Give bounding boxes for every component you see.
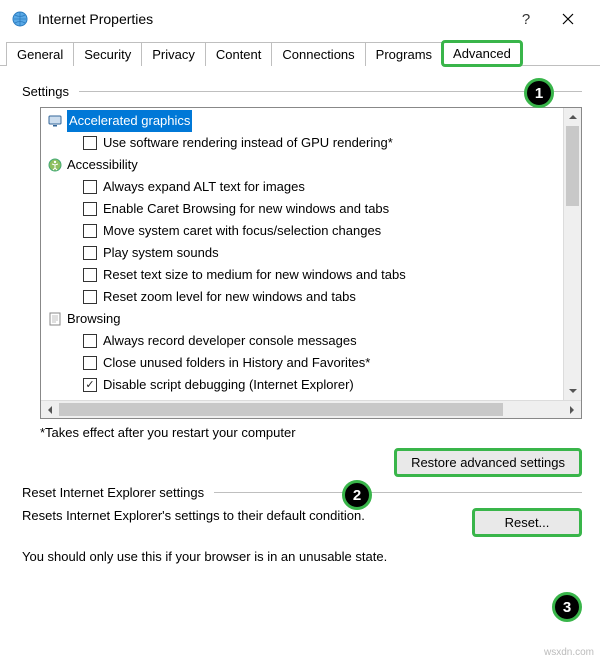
- reset-button[interactable]: Reset...: [472, 508, 582, 537]
- tab-general[interactable]: General: [6, 42, 74, 66]
- close-icon: [562, 13, 574, 25]
- checkbox[interactable]: [83, 268, 97, 282]
- restart-footnote: *Takes effect after you restart your com…: [40, 425, 582, 440]
- reset-warning: You should only use this if your browser…: [22, 549, 582, 564]
- tree-checkbox-item[interactable]: Reset text size to medium for new window…: [47, 264, 581, 286]
- help-button[interactable]: ?: [506, 11, 546, 28]
- tree-item-label: Reset text size to medium for new window…: [103, 264, 406, 286]
- annotation-callout-1: 1: [524, 78, 554, 108]
- reset-description: Resets Internet Explorer's settings to t…: [22, 508, 454, 523]
- checkbox[interactable]: [83, 180, 97, 194]
- close-button[interactable]: [546, 5, 590, 33]
- scroll-thumb[interactable]: [566, 126, 579, 206]
- tree-checkbox-item[interactable]: Move system caret with focus/selection c…: [47, 220, 581, 242]
- checkbox[interactable]: [83, 202, 97, 216]
- hscroll-track[interactable]: [59, 401, 563, 418]
- internet-options-icon: [10, 9, 30, 29]
- tab-security[interactable]: Security: [73, 42, 142, 66]
- checkbox[interactable]: [83, 224, 97, 238]
- tree-category-label: Accessibility: [67, 154, 138, 176]
- tab-strip: GeneralSecurityPrivacyContentConnections…: [0, 36, 600, 66]
- tree-item-label: Always expand ALT text for images: [103, 176, 305, 198]
- scroll-right-arrow[interactable]: [563, 401, 581, 418]
- checkbox[interactable]: [83, 290, 97, 304]
- tree-checkbox-item[interactable]: Always expand ALT text for images: [47, 176, 581, 198]
- annotation-callout-2: 2: [342, 480, 372, 510]
- tree-checkbox-item[interactable]: Reset zoom level for new windows and tab…: [47, 286, 581, 308]
- restore-advanced-settings-button[interactable]: Restore advanced settings: [394, 448, 582, 477]
- tree-item-label: Use software rendering instead of GPU re…: [103, 132, 393, 154]
- checkbox[interactable]: ✓: [83, 378, 97, 392]
- annotation-callout-3: 3: [552, 592, 582, 622]
- tree-checkbox-item[interactable]: Always record developer console messages: [47, 330, 581, 352]
- tree-checkbox-item[interactable]: ✓ Disable script debugging (Internet Expl…: [47, 374, 581, 396]
- horizontal-scrollbar[interactable]: [41, 400, 581, 418]
- tree-category-label: Browsing: [67, 308, 120, 330]
- tree-item-label: Disable script debugging (Internet Explo…: [103, 374, 354, 396]
- scroll-left-arrow[interactable]: [41, 401, 59, 418]
- tree-checkbox-item[interactable]: ✓Disable script debugging (Other): [47, 396, 581, 400]
- scroll-down-arrow[interactable]: [564, 382, 581, 400]
- tree-item-label: Move system caret with focus/selection c…: [103, 220, 381, 242]
- divider: [79, 91, 582, 92]
- reset-group-header: Reset Internet Explorer settings: [22, 485, 582, 500]
- tree-checkbox-item[interactable]: Enable Caret Browsing for new windows an…: [47, 198, 581, 220]
- scroll-up-arrow[interactable]: [564, 108, 581, 126]
- tree-item-label: Play system sounds: [103, 242, 219, 264]
- checkbox[interactable]: [83, 334, 97, 348]
- tree-category[interactable]: Accessibility: [47, 154, 581, 176]
- page-icon: [47, 311, 63, 327]
- tree-category[interactable]: Accelerated graphics: [47, 110, 581, 132]
- monitor-icon: [47, 113, 63, 129]
- hscroll-thumb[interactable]: [59, 403, 503, 416]
- reset-group-label: Reset Internet Explorer settings: [22, 485, 204, 500]
- tree-category-label: Accelerated graphics: [67, 110, 192, 132]
- settings-label: Settings: [22, 84, 69, 99]
- divider: [214, 492, 582, 493]
- settings-tree[interactable]: Accelerated graphicsUse software renderi…: [41, 108, 581, 400]
- settings-listbox[interactable]: Accelerated graphicsUse software renderi…: [40, 107, 582, 419]
- vertical-scrollbar[interactable]: [563, 108, 581, 400]
- checkbox[interactable]: [83, 136, 97, 150]
- tree-checkbox-item[interactable]: Close unused folders in History and Favo…: [47, 352, 581, 374]
- tree-category[interactable]: Browsing: [47, 308, 581, 330]
- tree-checkbox-item[interactable]: Use software rendering instead of GPU re…: [47, 132, 581, 154]
- tree-item-label: Disable script debugging (Other): [103, 396, 290, 400]
- tree-checkbox-item[interactable]: Play system sounds: [47, 242, 581, 264]
- tab-privacy[interactable]: Privacy: [141, 42, 206, 66]
- checkbox[interactable]: [83, 246, 97, 260]
- tab-content[interactable]: Content: [205, 42, 273, 66]
- tab-programs[interactable]: Programs: [365, 42, 443, 66]
- tree-item-label: Reset zoom level for new windows and tab…: [103, 286, 356, 308]
- window-title: Internet Properties: [38, 11, 506, 27]
- watermark: wsxdn.com: [544, 647, 594, 658]
- tree-item-label: Close unused folders in History and Favo…: [103, 352, 370, 374]
- tab-advanced[interactable]: Advanced: [442, 41, 522, 66]
- titlebar: Internet Properties ?: [0, 0, 600, 36]
- tree-item-label: Enable Caret Browsing for new windows an…: [103, 198, 389, 220]
- accessibility-icon: [47, 157, 63, 173]
- scroll-track[interactable]: [564, 126, 581, 382]
- tree-item-label: Always record developer console messages: [103, 330, 357, 352]
- settings-group-header: Settings: [22, 84, 582, 99]
- checkbox[interactable]: [83, 356, 97, 370]
- tab-connections[interactable]: Connections: [271, 42, 365, 66]
